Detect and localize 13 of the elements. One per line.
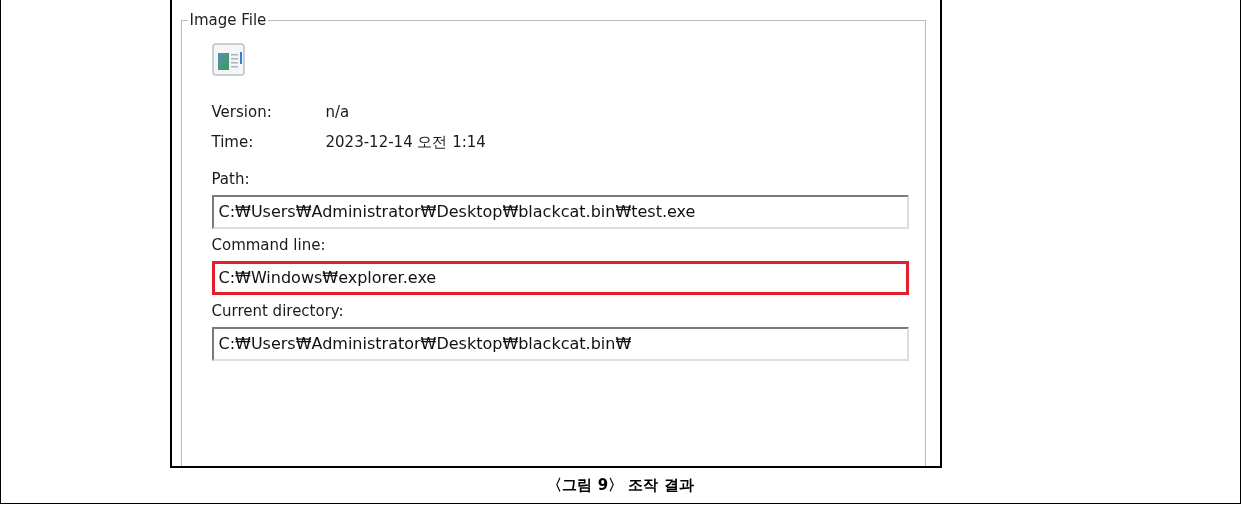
info-label: Time:: [211, 133, 255, 152]
field-label: Current directory:: [211, 302, 345, 320]
figure-caption: 〈그림 9〉 조작 결과: [547, 476, 694, 495]
info-value: n/a: [325, 103, 350, 121]
info-value: 2023-12-14 오전 1:14: [325, 133, 486, 152]
group-title: Image File: [187, 11, 269, 29]
field-label: Command line:: [211, 236, 327, 254]
text-field[interactable]: C:₩Users₩Administrator₩Desktop₩blackcat.bin₩: [211, 327, 909, 361]
field-label: Path:: [211, 170, 251, 188]
info-label: Version:: [211, 103, 273, 121]
application-window-icon: [211, 43, 246, 77]
text-field[interactable]: C:₩Windows₩explorer.exe: [211, 261, 909, 295]
text-field[interactable]: C:₩Users₩Administrator₩Desktop₩blackcat.bin₩test.exe: [211, 195, 909, 229]
